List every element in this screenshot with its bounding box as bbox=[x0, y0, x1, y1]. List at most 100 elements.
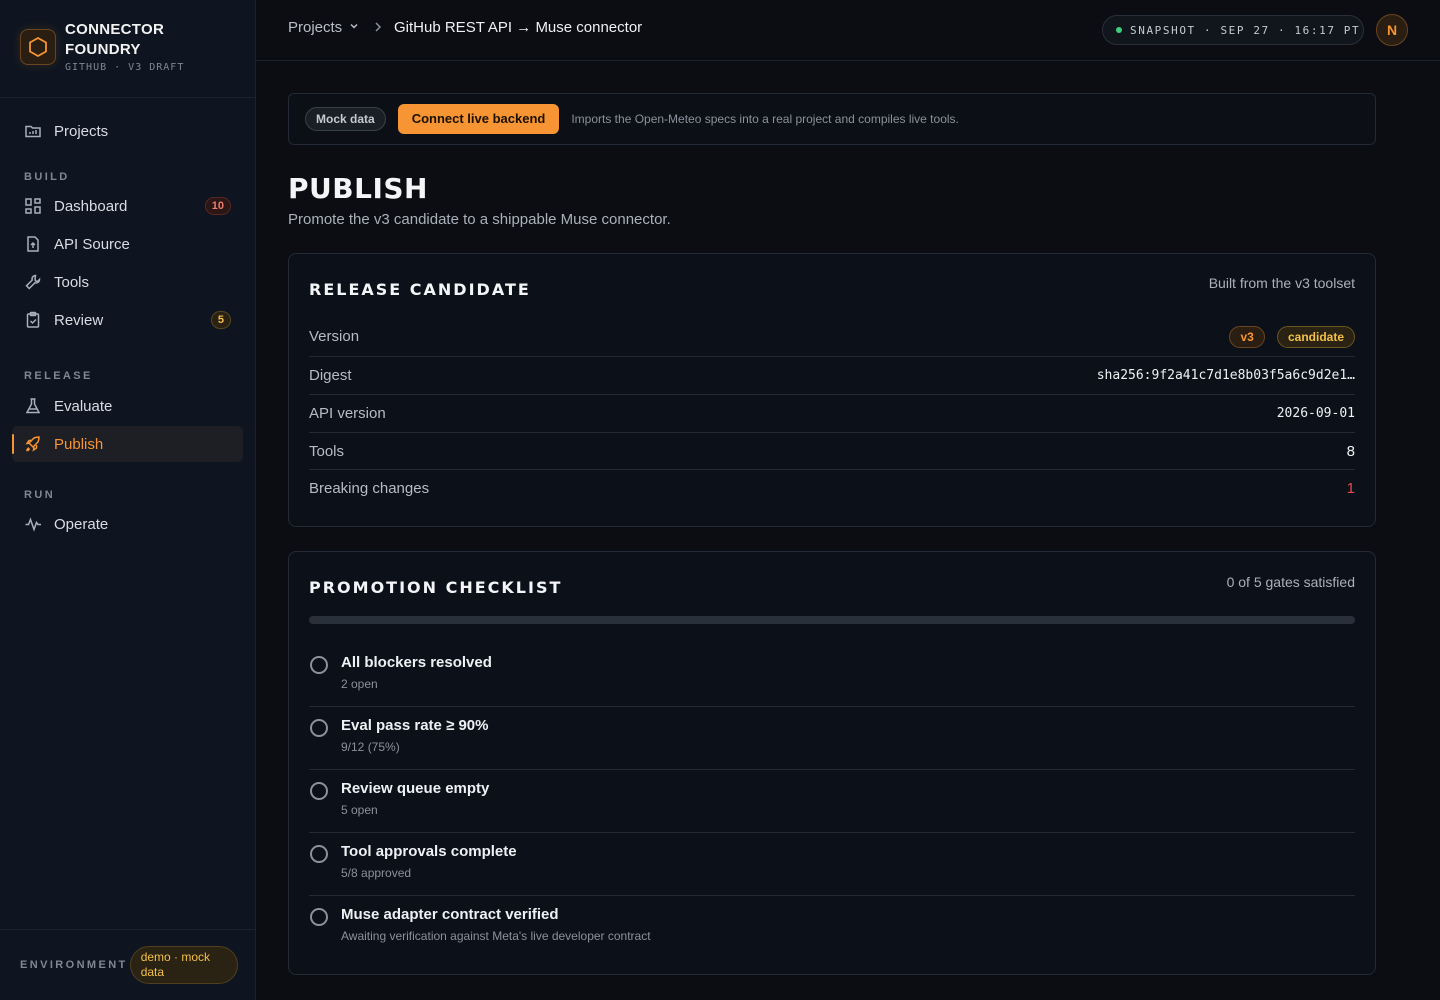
sidebar: CONNECTOR FOUNDRY GITHUB · V3 DRAFT Proj… bbox=[0, 0, 256, 1000]
rocket-icon bbox=[24, 435, 42, 453]
breadcrumb-projects-label: Projects bbox=[288, 19, 343, 36]
sidebar-item-evaluate[interactable]: Evaluate bbox=[12, 388, 243, 424]
card-title: RELEASE CANDIDATE bbox=[309, 280, 531, 299]
review-count-badge: 5 bbox=[210, 311, 231, 329]
api-version-label: API version bbox=[309, 405, 386, 422]
tools-value: 8 bbox=[1346, 442, 1355, 460]
sidebar-item-dashboard[interactable]: Dashboard 10 bbox=[12, 188, 243, 224]
sidebar-item-label: Evaluate bbox=[54, 397, 113, 415]
breaking-changes-row: Breaking changes 1 bbox=[309, 470, 1355, 507]
api-version-row: API version 2026-09-01 bbox=[309, 395, 1355, 433]
snapshot-label: SNAPSHOT · SEP 27 · 16:17 PT bbox=[1130, 23, 1361, 37]
release-candidate-card: RELEASE CANDIDATE Built from the v3 tool… bbox=[288, 253, 1376, 527]
environment-indicator: ENVIRONMENT demo · mock data bbox=[0, 929, 255, 1000]
unchecked-circle-icon bbox=[310, 656, 328, 674]
breadcrumb-current: GitHub REST API → Muse connector bbox=[394, 19, 643, 36]
card-meta: Built from the v3 toolset bbox=[1208, 275, 1355, 291]
checklist-item-title: All blockers resolved bbox=[341, 654, 492, 671]
brand-subtitle: GITHUB · V3 DRAFT bbox=[65, 62, 185, 73]
snapshot-status: SNAPSHOT · SEP 27 · 16:17 PT bbox=[1102, 15, 1364, 45]
release-nav: Evaluate Publish bbox=[0, 388, 255, 462]
activity-pulse-icon bbox=[24, 515, 42, 533]
chevron-down-icon bbox=[348, 19, 360, 36]
sidebar-item-label: Dashboard bbox=[54, 197, 128, 215]
tools-label: Tools bbox=[309, 442, 345, 460]
flask-icon bbox=[24, 397, 42, 415]
build-nav: Dashboard 10 API Source Tools Review 5 bbox=[0, 188, 255, 338]
sidebar-item-publish[interactable]: Publish bbox=[12, 426, 243, 462]
dashboard-count-badge: 10 bbox=[204, 197, 231, 215]
sidebar-nav: Projects bbox=[0, 113, 255, 149]
mock-data-badge: Mock data bbox=[305, 107, 386, 131]
unchecked-circle-icon bbox=[310, 845, 328, 863]
clipboard-check-icon bbox=[24, 311, 42, 329]
dashboard-icon bbox=[24, 197, 42, 215]
main-content: Mock data Connect live backend Imports t… bbox=[288, 93, 1376, 975]
checklist-item-title: Muse adapter contract verified bbox=[341, 906, 559, 923]
checklist-item[interactable]: All blockers resolved 2 open bbox=[309, 644, 1355, 707]
page-title: PUBLISH bbox=[288, 172, 428, 205]
breaking-changes-label: Breaking changes bbox=[309, 480, 430, 497]
status-badge: candidate bbox=[1276, 325, 1355, 348]
sidebar-item-label: Operate bbox=[54, 515, 109, 533]
environment-label: ENVIRONMENT bbox=[20, 959, 128, 971]
gates-progress-bar bbox=[309, 616, 1355, 624]
unchecked-circle-icon bbox=[310, 719, 328, 737]
checklist-item[interactable]: Muse adapter contract verified Awaiting … bbox=[309, 896, 1355, 959]
breaking-changes-value: 1 bbox=[1346, 480, 1355, 497]
run-nav: Operate bbox=[0, 506, 255, 542]
sidebar-item-label: Projects bbox=[54, 122, 109, 140]
sidebar-item-operate[interactable]: Operate bbox=[12, 506, 243, 542]
sidebar-item-projects[interactable]: Projects bbox=[12, 113, 243, 149]
brand: CONNECTOR FOUNDRY GITHUB · V3 DRAFT bbox=[0, 0, 255, 98]
tools-row: Tools 8 bbox=[309, 433, 1355, 470]
checklist-item[interactable]: Eval pass rate ≥ 90% 9/12 (75%) bbox=[309, 707, 1355, 770]
unchecked-circle-icon bbox=[310, 782, 328, 800]
digest-value: sha256:9f2a41c7d1e8b03f5a6c9d2e1… bbox=[1096, 368, 1355, 383]
top-bar: Projects GitHub REST API → Muse connecto… bbox=[256, 0, 1440, 61]
version-row: Version v3 candidate bbox=[309, 317, 1355, 357]
connect-live-backend-button[interactable]: Connect live backend bbox=[397, 104, 560, 134]
section-build-heading: BUILD bbox=[24, 171, 70, 183]
banner-note: Imports the Open-Meteo specs into a real… bbox=[571, 112, 959, 126]
api-version-value: 2026-09-01 bbox=[1276, 406, 1355, 421]
page-subtitle: Promote the v3 candidate to a shippable … bbox=[288, 211, 671, 228]
version-label: Version bbox=[309, 328, 360, 345]
section-run-heading: RUN bbox=[24, 489, 56, 501]
checklist-item-title: Tool approvals complete bbox=[341, 843, 517, 860]
wrench-icon bbox=[24, 273, 42, 291]
sidebar-item-review[interactable]: Review 5 bbox=[12, 302, 243, 338]
checklist-item-detail: 2 open bbox=[341, 677, 378, 691]
promotion-checklist-card: PROMOTION CHECKLIST 0 of 5 gates satisfi… bbox=[288, 551, 1376, 975]
checklist-item-detail: 5/8 approved bbox=[341, 866, 412, 880]
sidebar-item-tools[interactable]: Tools bbox=[12, 264, 243, 300]
hexagon-logo-icon bbox=[20, 29, 56, 65]
brand-title: CONNECTOR FOUNDRY bbox=[65, 21, 165, 58]
avatar[interactable]: N bbox=[1376, 14, 1408, 46]
section-release-heading: RELEASE bbox=[24, 370, 93, 382]
chevron-right-icon bbox=[372, 20, 384, 39]
checklist-item-detail: Awaiting verification against Meta's liv… bbox=[341, 929, 651, 943]
checklist-item-title: Review queue empty bbox=[341, 780, 490, 797]
checklist-item-title: Eval pass rate ≥ 90% bbox=[341, 717, 489, 734]
sidebar-item-api-source[interactable]: API Source bbox=[12, 226, 243, 262]
sidebar-item-label: Publish bbox=[54, 435, 104, 453]
checklist-item[interactable]: Review queue empty 5 open bbox=[309, 770, 1355, 833]
checklist-item-detail: 9/12 (75%) bbox=[341, 740, 400, 754]
gates-summary: 0 of 5 gates satisfied bbox=[1226, 574, 1355, 590]
digest-label: Digest bbox=[309, 367, 352, 384]
checklist-items: All blockers resolved 2 open Eval pass r… bbox=[309, 644, 1355, 959]
folder-icon bbox=[24, 122, 42, 140]
version-tag: v3 bbox=[1229, 325, 1265, 348]
sidebar-item-label: Tools bbox=[54, 273, 90, 291]
mock-data-banner: Mock data Connect live backend Imports t… bbox=[288, 93, 1376, 145]
status-dot-icon bbox=[1116, 27, 1122, 33]
environment-badge: demo · mock data bbox=[129, 946, 238, 984]
card-title: PROMOTION CHECKLIST bbox=[309, 578, 563, 597]
digest-row: Digest sha256:9f2a41c7d1e8b03f5a6c9d2e1… bbox=[309, 357, 1355, 395]
sidebar-item-label: Review bbox=[54, 311, 104, 329]
unchecked-circle-icon bbox=[310, 908, 328, 926]
file-upload-icon bbox=[24, 235, 42, 253]
checklist-item[interactable]: Tool approvals complete 5/8 approved bbox=[309, 833, 1355, 896]
breadcrumb-projects[interactable]: Projects bbox=[288, 19, 360, 36]
